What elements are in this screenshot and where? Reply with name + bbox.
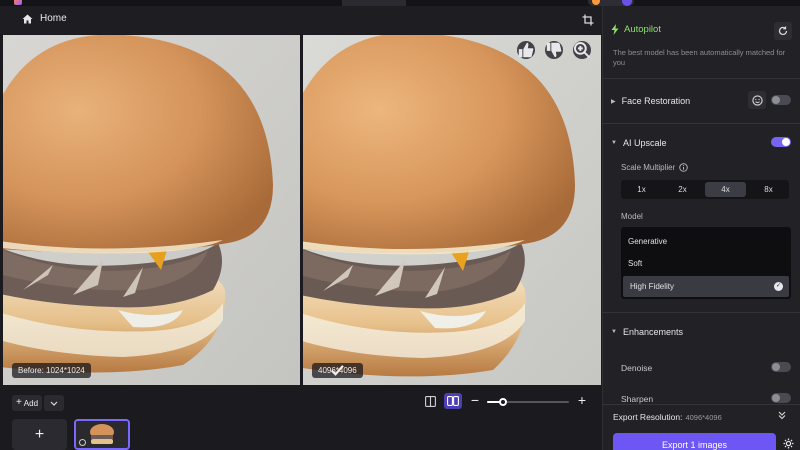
face-restoration-toggle[interactable] <box>771 95 791 105</box>
scale-option-8x[interactable]: 8x <box>748 180 789 199</box>
zoom-slider[interactable] <box>487 398 569 406</box>
add-image-tile[interactable]: + <box>12 419 67 450</box>
zoom-slider-handle[interactable] <box>499 398 508 406</box>
smiley-icon <box>751 94 763 106</box>
export-resolution-value: 4096*4096 <box>685 413 722 422</box>
split-view-icon <box>424 395 436 407</box>
ai-upscale-toggle[interactable] <box>771 137 791 147</box>
toggle-knob <box>772 394 780 402</box>
info-icon <box>79 439 86 446</box>
zoom-in-stepper[interactable]: + <box>575 392 589 410</box>
before-burger-image <box>3 35 300 385</box>
sub-header: Home <box>0 6 602 34</box>
coin-icon <box>592 0 600 5</box>
face-options-button[interactable] <box>748 91 766 109</box>
toggle-knob <box>772 96 780 104</box>
toggle-knob <box>772 363 780 371</box>
autopilot-header: Autopilot <box>611 24 661 35</box>
caret-down-icon: ▼ <box>611 329 617 335</box>
caret-down-icon: ▼ <box>611 140 617 146</box>
scale-option-1x[interactable]: 1x <box>621 180 662 199</box>
after-resolution-badge: 4096*4096 <box>312 363 363 378</box>
before-image-pane[interactable]: Before: 1024*1024 <box>3 35 300 385</box>
after-burger-image <box>303 35 601 385</box>
magnifier-icon <box>573 41 591 59</box>
model-option-generative[interactable]: Generative <box>621 231 791 252</box>
zoom-out-button[interactable]: − <box>468 392 482 410</box>
refresh-button[interactable] <box>774 22 792 40</box>
enhancements-header[interactable]: ▼ Enhancements <box>611 327 683 337</box>
add-button[interactable]: + Add <box>12 395 42 411</box>
ai-upscale-header[interactable]: ▼ AI Upscale <box>611 138 666 148</box>
double-chevron-down-icon <box>778 411 786 420</box>
divider <box>603 78 800 79</box>
before-resolution-badge: Before: 1024*1024 <box>12 363 91 378</box>
sharpen-toggle[interactable] <box>771 393 791 403</box>
scale-multiplier-label: Scale Multiplier <box>621 163 676 172</box>
scale-option-2x[interactable]: 2x <box>662 180 703 199</box>
divider <box>603 312 800 313</box>
collapse-button[interactable] <box>777 410 789 422</box>
crop-icon <box>582 14 594 26</box>
scale-multiplier-selector: 1x 2x 4x 8x <box>621 180 789 199</box>
bottom-toolbar: + Add + − + <box>0 386 602 450</box>
export-resolution: Export Resolution: 4096*4096 <box>613 412 722 422</box>
lightning-icon <box>611 24 619 35</box>
check-icon <box>330 365 344 376</box>
ai-upscale-label: AI Upscale <box>622 138 667 148</box>
thumbs-up-button[interactable] <box>517 41 535 59</box>
autopilot-title: Autopilot <box>624 24 661 35</box>
checkmark-icon: ✓ <box>774 282 783 291</box>
home-label: Home <box>40 13 67 24</box>
export-settings-button[interactable] <box>783 438 795 450</box>
divider <box>603 123 800 124</box>
after-image-pane[interactable]: 4096*4096 <box>303 35 601 385</box>
settings-panel: Autopilot The best model has been automa… <box>602 6 800 450</box>
scale-multiplier-label-row: Scale Multiplier <box>621 163 688 172</box>
side-by-side-view-button[interactable] <box>444 393 462 409</box>
add-dropdown-button[interactable] <box>44 395 64 411</box>
crop-button[interactable] <box>582 14 594 26</box>
home-icon <box>22 14 33 23</box>
export-button[interactable]: Export 1 images <box>613 433 776 450</box>
denoise-label: Denoise <box>621 363 653 373</box>
side-by-side-icon <box>447 396 459 406</box>
plus-icon: + <box>34 425 45 443</box>
split-view-button[interactable] <box>422 393 438 409</box>
sharpen-label: Sharpen <box>621 394 654 404</box>
image-thumbnail[interactable] <box>74 419 130 450</box>
gear-icon <box>783 438 794 449</box>
export-resolution-label: Export Resolution: <box>613 412 683 422</box>
toggle-knob <box>782 138 790 146</box>
zoom-in-button[interactable] <box>573 41 591 59</box>
face-restoration-label: Face Restoration <box>621 96 691 106</box>
scale-option-4x[interactable]: 4x <box>705 182 746 197</box>
add-label: Add <box>23 398 39 408</box>
enhancements-label: Enhancements <box>622 327 683 337</box>
caret-right-icon: ▶ <box>611 98 616 105</box>
chevron-down-icon <box>50 401 58 406</box>
before-resolution-label: Before: 1024*1024 <box>18 366 85 375</box>
model-option-soft[interactable]: Soft <box>621 253 791 274</box>
plus-icon: + <box>15 397 22 408</box>
model-label: Model <box>621 212 643 221</box>
thumbs-down-icon <box>546 42 562 58</box>
denoise-toggle[interactable] <box>771 362 791 372</box>
thumbs-down-button[interactable] <box>545 41 563 59</box>
app-logo <box>14 0 22 5</box>
model-option-high-fidelity[interactable]: High Fidelity ✓ <box>623 276 789 297</box>
face-restoration-header[interactable]: ▶ Face Restoration <box>611 96 690 106</box>
refresh-icon <box>778 26 788 36</box>
divider <box>603 404 800 405</box>
home-link[interactable]: Home <box>22 13 67 24</box>
model-option-label: High Fidelity <box>630 282 675 291</box>
info-icon[interactable] <box>679 163 688 172</box>
model-list: Generative Soft High Fidelity ✓ <box>621 227 791 299</box>
autopilot-description: The best model has been automatically ma… <box>613 48 786 67</box>
thumbs-up-icon <box>518 42 534 58</box>
